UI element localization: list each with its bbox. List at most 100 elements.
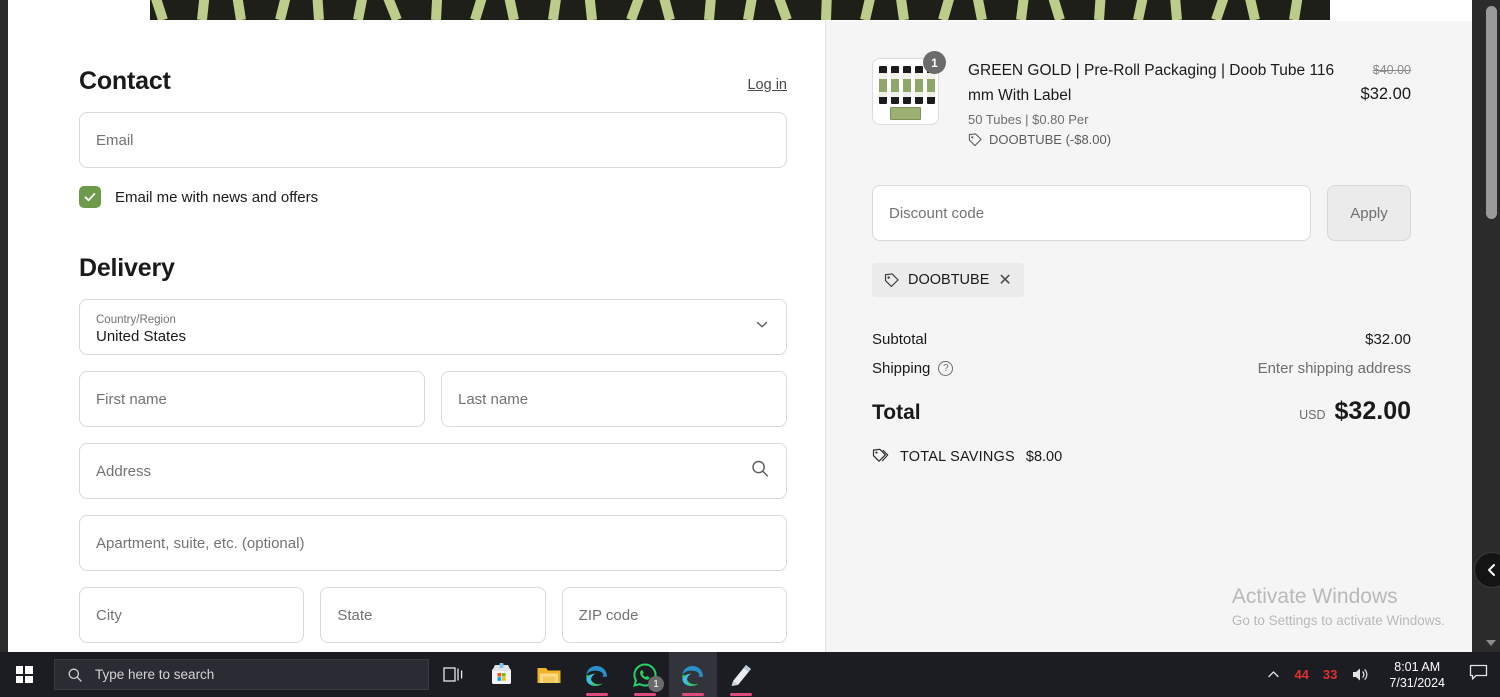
app-running-indicator: [634, 693, 656, 696]
order-summary-column: 1 GREEN GOLD | Pre-Roll Packaging | Doob…: [825, 21, 1472, 652]
address-field[interactable]: Address: [79, 443, 787, 499]
tray-overflow-button[interactable]: [1260, 652, 1287, 697]
tag-icon: [968, 132, 982, 146]
total-savings-row: TOTAL SAVINGS $8.00: [872, 448, 1411, 465]
subtotal-row: Subtotal $32.00: [872, 331, 1411, 348]
email-placeholder: Email: [96, 131, 134, 149]
banner-leaf-shape: [275, 0, 302, 20]
line-item-info: GREEN GOLD | Pre-Roll Packaging | Doob T…: [946, 58, 1361, 147]
scrollbar-thumb[interactable]: [1486, 6, 1497, 219]
notification-icon: [1469, 664, 1488, 680]
apply-discount-button[interactable]: Apply: [1327, 185, 1411, 241]
start-button[interactable]: [0, 652, 48, 697]
edge-icon: [682, 665, 703, 686]
grand-total-value: $32.00: [1334, 397, 1411, 425]
banner-leaf-shape: [761, 0, 792, 20]
app-running-indicator: [730, 693, 752, 696]
last-name-field[interactable]: Last name: [441, 371, 787, 427]
apply-button-label: Apply: [1350, 204, 1388, 222]
email-field[interactable]: Email: [79, 112, 787, 168]
search-icon[interactable]: [750, 459, 770, 484]
tray-badge-1[interactable]: 44: [1287, 652, 1315, 697]
product-thumbnail-wrap: 1: [872, 51, 946, 125]
side-panel-toggle-button[interactable]: [1474, 552, 1500, 588]
task-view-button[interactable]: [429, 652, 477, 697]
banner-artwork: [150, 0, 1330, 20]
city-field[interactable]: City: [79, 587, 305, 643]
zip-code-field[interactable]: ZIP code: [561, 587, 787, 643]
edge-icon: [586, 665, 607, 686]
shipping-value: Enter shipping address: [1257, 360, 1411, 377]
taskbar-app-microsoft-edge[interactable]: [573, 652, 621, 697]
tag-icon: [884, 272, 899, 287]
applied-discount-codes: DOOBTUBE ✕: [872, 263, 1411, 297]
line-item-discount: DOOBTUBE (-$8.00): [968, 132, 1349, 147]
newsletter-checkbox[interactable]: [79, 186, 101, 208]
note-icon: [731, 664, 751, 686]
taskbar-app-microsoft-store[interactable]: [477, 652, 525, 697]
delivery-section-header: Delivery: [79, 254, 787, 283]
activate-windows-title: Activate Windows: [1231, 585, 1398, 608]
taskbar-search-box[interactable]: Type here to search: [54, 659, 429, 690]
action-center-button[interactable]: [1457, 664, 1500, 686]
remove-discount-icon[interactable]: ✕: [998, 270, 1011, 290]
browser-window: Contact Log in Email Email me with news …: [0, 0, 1500, 652]
banner-leaf-shape: [150, 0, 168, 20]
banner-leaf-shape: [1035, 0, 1065, 20]
banner-leaf-shape: [1234, 0, 1260, 20]
store-icon: [491, 663, 511, 684]
taskbar-app-file-explorer[interactable]: [525, 652, 573, 697]
last-name-placeholder: Last name: [458, 390, 529, 408]
log-in-link[interactable]: Log in: [747, 77, 787, 93]
volume-button[interactable]: [1344, 652, 1377, 697]
system-tray: 44 33 8:01 AM 7/31/2024: [1260, 652, 1500, 697]
help-icon[interactable]: ?: [938, 361, 954, 376]
banner-leaf-shape: [308, 0, 324, 20]
banner-leaf-shape: [626, 0, 658, 20]
order-totals: Subtotal $32.00 Shipping ? Enter shippin…: [872, 331, 1411, 465]
state-select[interactable]: State: [320, 587, 546, 643]
check-icon: [84, 193, 96, 202]
tray-badge-2[interactable]: 33: [1316, 652, 1344, 697]
banner-leaf-shape: [470, 0, 500, 20]
chevron-up-icon: [1268, 671, 1280, 678]
banner-leaf-shape: [938, 0, 964, 20]
clock-date: 7/31/2024: [1389, 675, 1445, 690]
state-placeholder: State: [337, 606, 373, 624]
store-banner-image: [8, 0, 1472, 21]
grand-total-label: Total: [872, 401, 921, 424]
taskbar-app-notepad[interactable]: [717, 652, 765, 697]
first-name-field[interactable]: First name: [79, 371, 425, 427]
taskbar-app-whatsapp[interactable]: 1: [621, 652, 669, 697]
shipping-label: Shipping: [872, 360, 931, 377]
applied-code-label: DOOBTUBE: [908, 272, 990, 288]
banner-leaf-shape: [888, 0, 909, 20]
order-line-item: 1 GREEN GOLD | Pre-Roll Packaging | Doob…: [872, 51, 1411, 147]
grand-total-currency: USD: [1299, 408, 1326, 422]
newsletter-opt-in-row[interactable]: Email me with news and offers: [79, 186, 787, 208]
banner-leaf-shape: [1166, 0, 1182, 20]
windows-taskbar: Type here to search 1 44 33 8:01 AM 7/31…: [0, 652, 1500, 697]
grand-total-row: Total USD $32.00: [872, 397, 1411, 426]
country-region-select[interactable]: Country/Region United States: [79, 299, 787, 355]
banner-leaf-shape: [353, 0, 374, 20]
banner-leaf-shape: [225, 0, 246, 20]
app-running-indicator: [682, 693, 704, 696]
banner-leaf-shape: [1016, 0, 1034, 20]
taskbar-app-microsoft-edge-active[interactable]: [669, 652, 717, 697]
banner-leaf-shape: [369, 0, 402, 20]
shipping-row: Shipping ? Enter shipping address: [872, 360, 1411, 377]
total-savings-label: TOTAL SAVINGS: [900, 448, 1015, 465]
discount-code-input[interactable]: Discount code: [872, 185, 1311, 241]
apartment-field[interactable]: Apartment, suite, etc. (optional): [79, 515, 787, 571]
whatsapp-unread-badge: 1: [648, 676, 664, 692]
scroll-down-arrow-icon[interactable]: [1486, 640, 1496, 646]
quantity-badge: 1: [923, 51, 946, 74]
line-item-price: $32.00: [1360, 85, 1411, 103]
taskbar-clock[interactable]: 8:01 AM 7/31/2024: [1377, 659, 1457, 691]
applied-code-pill: DOOBTUBE ✕: [872, 263, 1024, 297]
savings-tag-icon: [872, 448, 889, 462]
subtotal-label: Subtotal: [872, 331, 928, 348]
banner-leaf-shape: [1133, 0, 1155, 20]
banner-leaf-shape: [431, 0, 445, 20]
